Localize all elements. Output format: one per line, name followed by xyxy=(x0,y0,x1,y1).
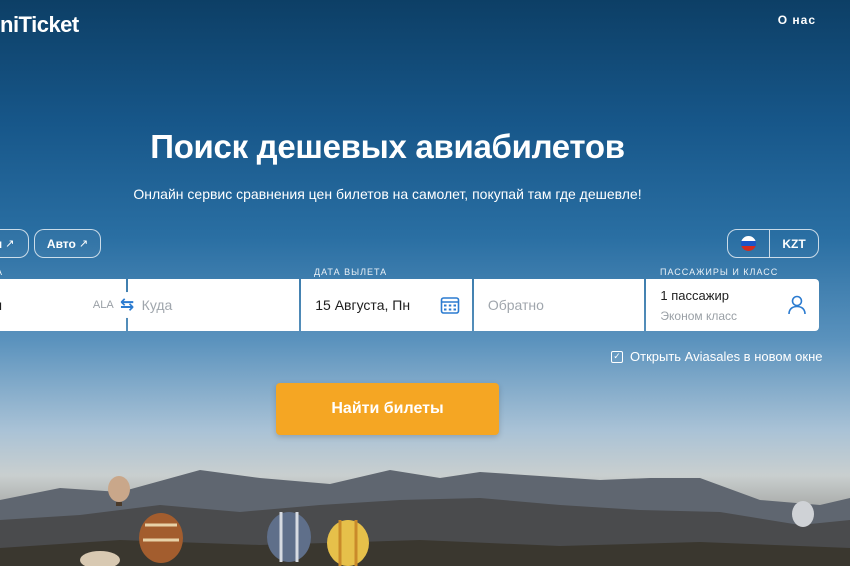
logo[interactable]: niTicket xyxy=(0,12,79,38)
depart-date-field[interactable]: 15 Августа, Пн xyxy=(301,279,472,331)
balloon-5 xyxy=(792,501,814,527)
hotels-chip-label: и xyxy=(0,237,2,251)
balloon-3 xyxy=(267,512,311,562)
return-date-placeholder: Обратно xyxy=(487,297,544,313)
arrow-up-right-icon: ↗ xyxy=(78,238,89,250)
balloon-2 xyxy=(139,513,183,563)
return-date-field[interactable]: Обратно xyxy=(473,279,645,331)
search-tickets-button[interactable]: Найти билеты xyxy=(276,383,499,435)
origin-value: ы xyxy=(0,297,2,313)
passengers-count: 1 пассажир xyxy=(660,287,729,303)
passengers-class: Эконом класс xyxy=(660,308,738,323)
locale-selector[interactable]: KZT xyxy=(727,229,819,258)
page-subtitle: Онлайн сервис сравнения цен билетов на с… xyxy=(133,186,642,202)
destination-field[interactable]: Куда xyxy=(127,279,300,331)
auto-chip-label: Авто xyxy=(46,236,76,251)
hotels-chip[interactable]: и ↗ xyxy=(0,229,29,258)
passengers-caption: ПАССАЖИРЫ И КЛАСС xyxy=(660,267,779,277)
from-caption: А xyxy=(0,267,3,277)
about-link[interactable]: О нас xyxy=(778,13,816,27)
open-new-window-option[interactable]: ✓ Открыть Aviasales в новом окне xyxy=(611,349,822,364)
arrow-up-right-icon: ↗ xyxy=(5,238,15,250)
open-new-window-label: Открыть Aviasales в новом окне xyxy=(630,349,823,364)
depart-date-value: 15 Августа, Пн xyxy=(315,297,411,313)
passengers-field[interactable]: 1 пассажир Эконом класс xyxy=(646,279,819,331)
swap-arrows-icon: ⇆ xyxy=(119,295,135,314)
open-new-window-checkbox[interactable]: ✓ xyxy=(611,350,623,363)
origin-field[interactable]: ы ALA xyxy=(0,279,126,331)
calendar-icon[interactable] xyxy=(440,295,460,315)
page-title: Поиск дешевых авиабилетов xyxy=(150,128,625,165)
swap-direction-button[interactable]: ⇆ xyxy=(116,292,138,318)
language-button[interactable] xyxy=(728,230,770,257)
russia-flag-icon xyxy=(741,236,756,251)
depart-caption: ДАТА ВЫЛЕТА xyxy=(314,267,388,277)
person-icon xyxy=(788,295,806,315)
balloon-1 xyxy=(108,476,130,506)
currency-button[interactable]: KZT xyxy=(770,230,818,257)
origin-iata: ALA xyxy=(92,299,114,311)
auto-chip[interactable]: Авто ↗ xyxy=(34,229,101,258)
balloon-4 xyxy=(327,520,369,566)
